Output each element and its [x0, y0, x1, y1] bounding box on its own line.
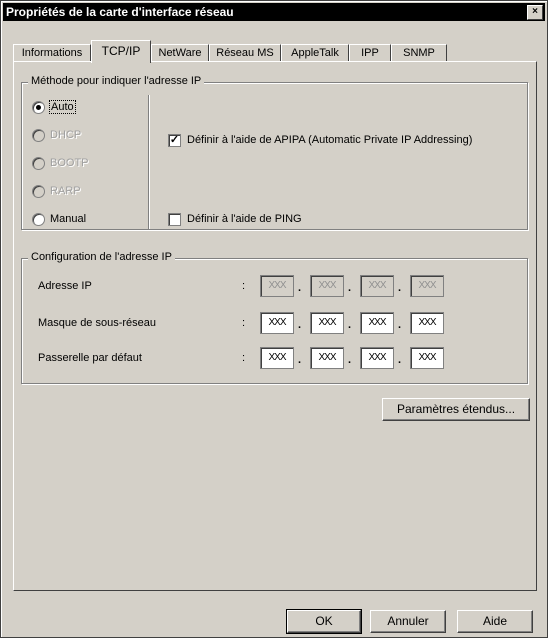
tab-reseau-ms[interactable]: Réseau MS: [209, 44, 281, 62]
radio-manual-indicator[interactable]: [32, 213, 45, 226]
radio-bootp-label: BOOTP: [50, 157, 89, 169]
radio-manual-label: Manual: [50, 213, 87, 225]
subnet-mask-dot-1: .: [298, 319, 302, 331]
ip-address-row: Adresse IP : XXX . XXX . XXX . XXX: [38, 275, 538, 297]
ip-method-group: Méthode pour indiquer l'adresse IP Auto …: [21, 75, 528, 230]
tcpip-panel: Méthode pour indiquer l'adresse IP Auto …: [13, 61, 537, 591]
radio-rarp-indicator: [32, 185, 45, 198]
tab-netware[interactable]: NetWare: [151, 44, 209, 62]
apipa-checkbox-box[interactable]: ✓: [168, 134, 181, 147]
ping-checkbox-box[interactable]: [168, 213, 181, 226]
close-button[interactable]: ×: [527, 5, 543, 20]
ip-address-label: Adresse IP: [38, 280, 92, 292]
default-gateway-label: Passerelle par défaut: [38, 352, 142, 364]
radio-dhcp-label: DHCP: [50, 129, 82, 141]
apipa-checkbox-label: Définir à l'aide de APIPA (Automatic Pri…: [187, 134, 473, 146]
ip-method-legend: Méthode pour indiquer l'adresse IP: [28, 75, 205, 87]
ip-address-octet-2: XXX: [310, 275, 344, 297]
radio-rarp-label: RARP: [50, 185, 81, 197]
advanced-settings-button[interactable]: Paramètres étendus...: [382, 398, 530, 421]
subnet-mask-row: Masque de sous-réseau : XXX . XXX . XXX …: [38, 312, 538, 334]
ip-address-dot-2: .: [348, 282, 352, 294]
close-icon: ×: [532, 6, 538, 17]
default-gateway-dot-2: .: [348, 354, 352, 366]
subnet-mask-octet-1[interactable]: XXX: [260, 312, 294, 334]
title-bar: Propriétés de la carte d'interface résea…: [3, 3, 545, 21]
default-gateway-octet-2[interactable]: XXX: [310, 347, 344, 369]
window-title: Propriétés de la carte d'interface résea…: [6, 5, 234, 19]
tab-informations[interactable]: Informations: [13, 44, 91, 62]
tab-tcpip[interactable]: TCP/IP: [91, 40, 151, 63]
properties-dialog: Propriétés de la carte d'interface résea…: [0, 0, 548, 638]
subnet-mask-dot-2: .: [348, 319, 352, 331]
ip-address-octet-3: XXX: [360, 275, 394, 297]
ip-address-dot-1: .: [298, 282, 302, 294]
tab-appletalk[interactable]: AppleTalk: [281, 44, 349, 62]
subnet-mask-label: Masque de sous-réseau: [38, 317, 157, 329]
radio-dhcp-indicator: [32, 129, 45, 142]
ip-address-octet-1: XXX: [260, 275, 294, 297]
tab-ipp[interactable]: IPP: [349, 44, 391, 62]
ok-button[interactable]: OK: [286, 609, 362, 634]
method-divider: [148, 95, 150, 229]
default-gateway-octet-1[interactable]: XXX: [260, 347, 294, 369]
ip-address-dot-3: .: [398, 282, 402, 294]
default-gateway-row: Passerelle par défaut : XXX . XXX . XXX …: [38, 347, 538, 369]
ip-address-colon: :: [242, 280, 246, 292]
subnet-mask-octet-4[interactable]: XXX: [410, 312, 444, 334]
radio-auto-label: Auto: [49, 100, 76, 114]
radio-bootp-indicator: [32, 157, 45, 170]
cancel-button[interactable]: Annuler: [370, 610, 446, 633]
default-gateway-colon: :: [242, 352, 246, 364]
tab-snmp[interactable]: SNMP: [391, 44, 447, 62]
subnet-mask-dot-3: .: [398, 319, 402, 331]
subnet-mask-octet-2[interactable]: XXX: [310, 312, 344, 334]
radio-auto-indicator[interactable]: [32, 101, 45, 114]
ip-config-legend: Configuration de l'adresse IP: [28, 251, 175, 263]
subnet-mask-octet-3[interactable]: XXX: [360, 312, 394, 334]
default-gateway-dot-3: .: [398, 354, 402, 366]
ping-checkbox-label: Définir à l'aide de PING: [187, 213, 302, 225]
ip-config-group: Configuration de l'adresse IP Adresse IP…: [21, 251, 528, 384]
default-gateway-dot-1: .: [298, 354, 302, 366]
subnet-mask-colon: :: [242, 317, 246, 329]
default-gateway-octet-4[interactable]: XXX: [410, 347, 444, 369]
default-gateway-octet-3[interactable]: XXX: [360, 347, 394, 369]
help-button[interactable]: Aide: [457, 610, 533, 633]
ip-address-octet-4: XXX: [410, 275, 444, 297]
